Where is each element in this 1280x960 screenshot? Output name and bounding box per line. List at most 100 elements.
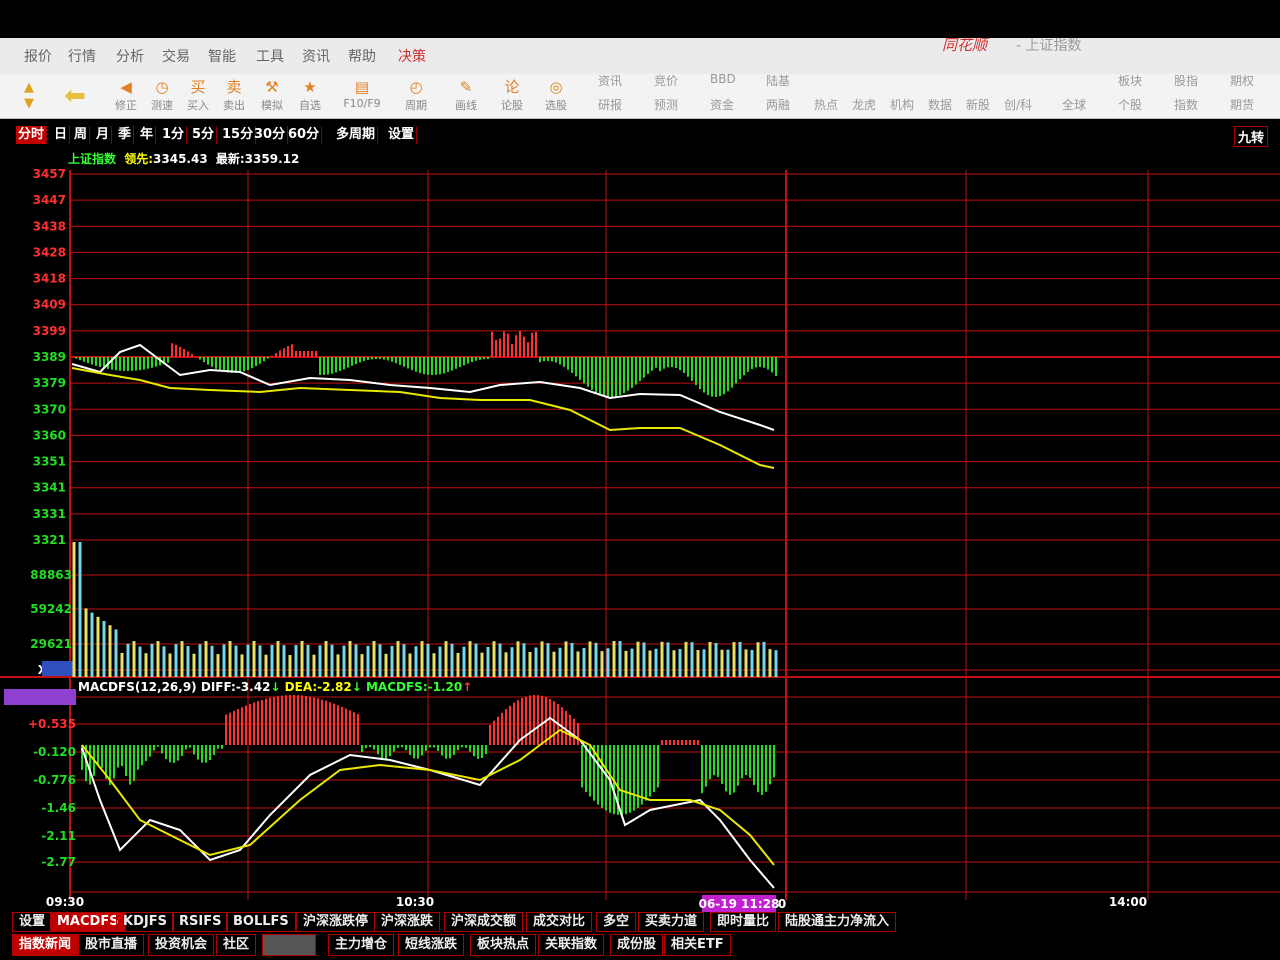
jiuzhuan-button[interactable]: 九转 [1233,126,1268,147]
toolbar-right-item[interactable]: 新股 [966,96,990,113]
clock-icon: ◷ [155,78,169,96]
news-tab[interactable]: 相关ETF [664,934,731,956]
period-tab[interactable]: 多周期 [334,126,379,144]
menu-item[interactable]: 决策 [398,46,426,66]
intraday-chart[interactable]: 3457 3447 3438 3428 3418 3409 3399 3389 3379 3370… [0,146,1280,912]
indicator-tab[interactable]: 沪深涨跌停 [296,912,376,932]
indicator-tab[interactable]: 设置 [12,912,53,932]
news-tab[interactable]: 主力增仓 [328,934,395,956]
star-icon: ★ [303,78,317,96]
macd-value: -1.20 [427,680,463,694]
toolbar-right-item[interactable]: 股指 [1174,72,1198,89]
toolbar-right-item[interactable]: 研报 [598,96,622,113]
price-axis-label: 3321 [33,533,66,547]
period-tab[interactable]: 日 [52,126,71,144]
toolbar-button[interactable]: ◴ 周期 [396,74,436,118]
menu-item[interactable]: 行情 [68,46,96,66]
toolbar-right-item[interactable]: 个股 [1118,96,1142,113]
toolbar-button[interactable]: ✎ 画线 [446,74,486,118]
menu-item[interactable]: 工具 [256,46,284,66]
news-tab[interactable]: 投资机会 [148,934,215,956]
indicator-tab[interactable]: BOLLFS [226,912,296,932]
menu-item[interactable]: 帮助 [348,46,376,66]
dea-value: -2.82 [317,680,352,694]
indicator-tab[interactable]: 陆股通主力净流入 [778,912,897,932]
toolbar-right-item[interactable]: 两融 [766,96,790,113]
period-tab[interactable]: 设置 [386,126,418,144]
news-tab[interactable]: 社区 [216,934,257,956]
toolbar-button[interactable]: ◎ 选股 [536,74,576,118]
toolbar-button[interactable]: ▤ F10/F9 [342,74,382,118]
indicator-tab[interactable]: 沪深涨跌 [374,912,441,932]
period-tab[interactable]: 60分 [286,126,323,144]
toolbar-right-item[interactable]: 竞价 [654,72,678,89]
news-tab[interactable]: 股市直播 [78,934,145,956]
toolbar-button[interactable]: ◷ 测速 [142,74,182,118]
toolbar-right-item[interactable]: 指数 [1174,96,1198,113]
toolbar-right-item[interactable]: 全球 [1062,96,1086,113]
toolbar-right-item[interactable]: 热点 [814,96,838,113]
toolbar-button[interactable]: ⚒ 模拟 [252,74,292,118]
toolbar-right-item[interactable]: 数据 [928,96,952,113]
toolbar-right-item[interactable]: 预测 [654,96,678,113]
indicator-tab[interactable]: 买卖力道 [638,912,705,932]
period-tab[interactable]: 周 [72,126,91,144]
toolbar-button-label: 买入 [187,99,209,112]
indicator-tab[interactable]: 成交对比 [526,912,593,932]
toolbar-right-item[interactable]: 龙虎 [852,96,876,113]
period-tab[interactable]: 年 [138,126,157,144]
news-tab[interactable]: 指数新闻 [12,934,79,956]
toolbar-right-item[interactable]: 资金 [710,96,734,113]
toolbar-right-item[interactable]: 陆基 [766,72,790,89]
indicator-tab[interactable]: KDJFS [116,912,174,932]
news-tab[interactable]: 板块热点 [470,934,537,956]
sell-icon: 卖 [226,78,242,96]
menu-item[interactable]: 分析 [116,46,144,66]
indicator-tab[interactable]: 多空 [596,912,637,932]
toolbar-button-label: 画线 [455,99,477,112]
news-tab[interactable] [262,934,316,956]
period-tab[interactable]: 5分 [190,126,218,144]
menu-item[interactable]: 智能 [208,46,236,66]
lead-value: 3345.43 [153,152,208,166]
toolbar-button[interactable]: ★ 自选 [290,74,330,118]
toolbar-right-item[interactable]: 创/科 [1004,96,1032,113]
index-name: 上证指数 [68,152,117,166]
menu-item[interactable]: 报价 [24,46,52,66]
toolbar-button[interactable]: ◀ 修正 [106,74,146,118]
indicator-tab[interactable]: 沪深成交额 [444,912,524,932]
menu-item[interactable]: 交易 [162,46,190,66]
news-tab[interactable]: 关联指数 [538,934,605,956]
toolbar-button[interactable]: 论论股 [492,74,532,118]
toolbar-button-label: F10/F9 [343,97,381,110]
time-axis-label: 10:30 [396,895,434,909]
period-tab[interactable]: 分时 [16,126,48,144]
indicator-tab[interactable]: RSIFS [172,912,229,932]
back-arrow-icon[interactable]: ⬅ [64,82,86,110]
toolbar-right-item[interactable]: 期权 [1230,72,1254,89]
dea-arrow: ↓ [351,680,362,694]
time-axis-label: 14:00 [1109,895,1147,909]
toolbar-button-label: 选股 [545,99,567,112]
toolbar-right-item[interactable]: 期货 [1230,96,1254,113]
return-icon: ◀ [120,78,132,96]
toolbar-button[interactable]: 卖卖出 [214,74,254,118]
toolbar-right-item[interactable]: BBD [710,72,736,86]
news-tab[interactable]: 成份股 [610,934,664,956]
hammer-icon: ⚒ [265,78,279,96]
period-tab[interactable]: 月 [94,126,113,144]
period-tab[interactable]: 15分 [220,126,257,144]
menu-item[interactable]: 资讯 [302,46,330,66]
indicator-tab[interactable]: 即时量比 [710,912,777,932]
toolbar-right-item[interactable]: 板块 [1118,72,1142,89]
toolbar-right-item[interactable]: 资讯 [598,72,622,89]
period-tab[interactable]: 1分 [160,126,188,144]
period-tab[interactable]: 季 [116,126,135,144]
price-axis-label: 3409 [33,298,66,312]
toolbar-button[interactable]: 买买入 [178,74,218,118]
arrow-up-down-icon[interactable]: ▲ ▼ [24,80,44,114]
toolbar-right-item[interactable]: 机构 [890,96,914,113]
period-tab[interactable]: 30分 [252,126,289,144]
news-tab[interactable]: 短线涨跌 [398,934,465,956]
indicator-tab[interactable]: MACDFS [50,912,126,932]
